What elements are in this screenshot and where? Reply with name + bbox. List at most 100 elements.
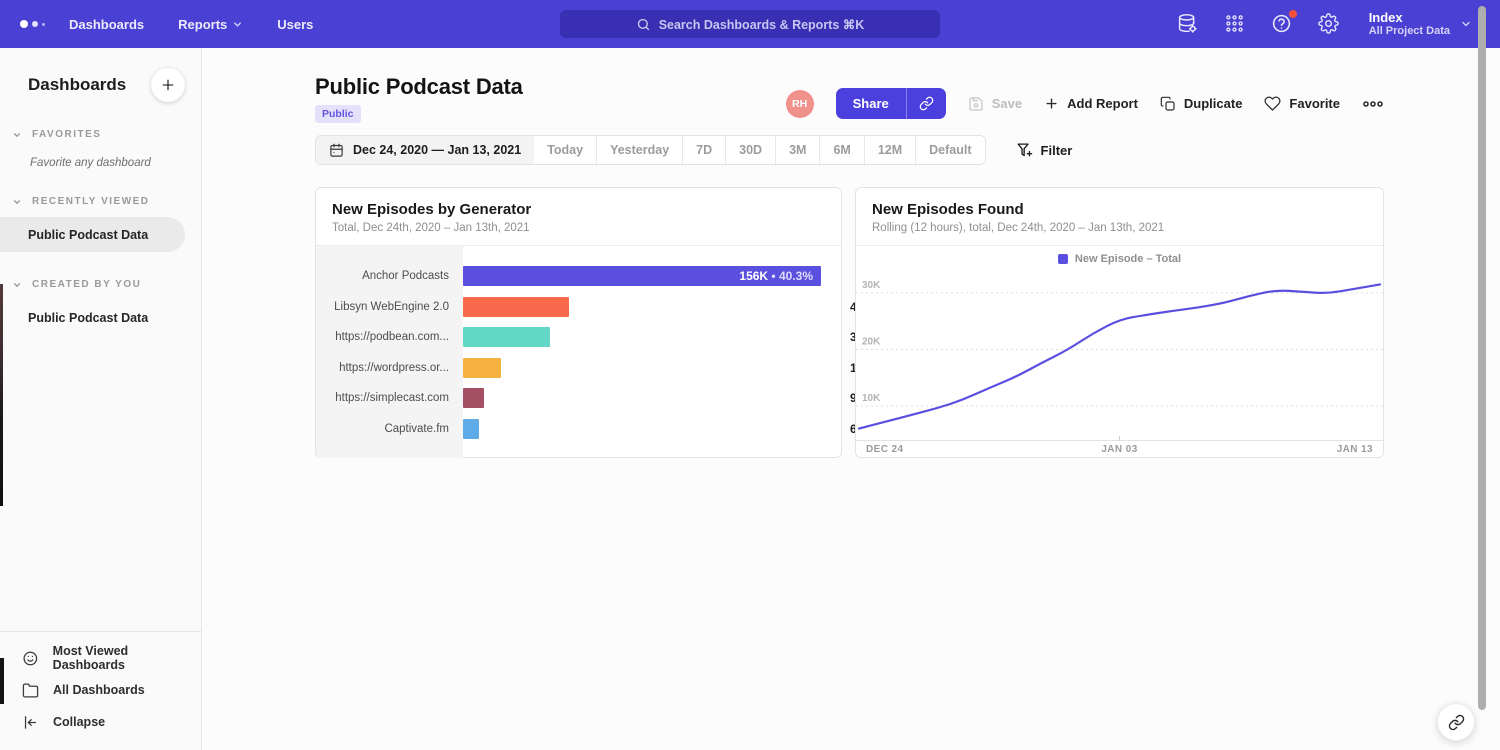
date-controls: Dec 24, 2020 — Jan 13, 2021 TodayYesterd… xyxy=(315,135,1072,165)
bar-category-label: https://wordpress.or... xyxy=(316,362,463,374)
filter-button[interactable]: Filter xyxy=(1016,142,1073,159)
duplicate-button[interactable]: Duplicate xyxy=(1160,96,1243,112)
share-split-button: Share xyxy=(836,88,946,119)
bar xyxy=(463,419,479,439)
card-title: New Episodes by Generator xyxy=(332,201,825,218)
date-preset-3m[interactable]: 3M xyxy=(775,136,819,164)
bar xyxy=(463,297,569,317)
sidebar-section-header-recently-viewed[interactable]: RECENTLY VIEWED xyxy=(0,196,201,207)
chevron-down-icon xyxy=(12,197,22,207)
save-button[interactable]: Save xyxy=(968,96,1022,112)
bar-category-label: Captivate.fm xyxy=(316,423,463,435)
card-new-episodes-found: New Episodes Found Rolling (12 hours), t… xyxy=(855,187,1384,458)
search-input[interactable]: Search Dashboards & Reports ⌘K xyxy=(560,10,940,38)
all-dashboards-button[interactable]: All Dashboards xyxy=(0,674,201,706)
vertical-scrollbar[interactable] xyxy=(1478,6,1486,710)
filter-icon xyxy=(1016,142,1033,159)
bar xyxy=(463,358,501,378)
add-report-button[interactable]: Add Report xyxy=(1044,96,1138,111)
calendar-icon xyxy=(329,143,344,158)
background-window-artifact xyxy=(0,658,4,704)
search-placeholder: Search Dashboards & Reports ⌘K xyxy=(659,17,865,32)
primary-nav: Dashboards Reports Users xyxy=(69,17,313,32)
copy-share-link-button[interactable] xyxy=(906,88,946,119)
top-navbar: Dashboards Reports Users Search Dashboards… xyxy=(0,0,1500,48)
plus-icon xyxy=(1044,96,1059,111)
favorites-empty-hint: Favorite any dashboard xyxy=(0,157,201,169)
sidebar-item-public-podcast-data[interactable]: Public Podcast Data xyxy=(0,217,185,252)
background-window-artifact xyxy=(0,284,3,506)
sidebar-footer: Most Viewed Dashboards All Dashboards Co… xyxy=(0,631,201,750)
link-icon xyxy=(919,96,934,111)
nav-item-dashboards[interactable]: Dashboards xyxy=(69,17,144,32)
y-tick-label: 30K xyxy=(862,280,881,291)
card-subtitle: Rolling (12 hours), total, Dec 24th, 202… xyxy=(872,222,1367,234)
card-new-episodes-by-generator: New Episodes by Generator Total, Dec 24t… xyxy=(315,187,842,458)
add-dashboard-button[interactable] xyxy=(151,68,185,102)
page-title: Public Podcast Data xyxy=(315,74,523,100)
bar-row: Libsyn WebEngine 2.046.3K • 11.9% xyxy=(316,292,841,323)
project-selector[interactable]: Index All Project Data xyxy=(1369,10,1486,38)
y-tick-label: 20K xyxy=(862,336,881,347)
x-tick-label: JAN 13 xyxy=(1337,444,1373,455)
bar-category-label: Libsyn WebEngine 2.0 xyxy=(316,301,463,313)
collapse-sidebar-button[interactable]: Collapse xyxy=(0,706,201,738)
more-options-button[interactable] xyxy=(1362,100,1384,108)
visibility-badge: Public xyxy=(315,105,361,123)
legend-swatch xyxy=(1058,254,1068,264)
date-preset-30d[interactable]: 30D xyxy=(725,136,775,164)
search-icon xyxy=(636,17,651,32)
sidebar-title: Dashboards xyxy=(28,75,126,95)
sidebar-section-header-favorites[interactable]: FAVORITES xyxy=(0,129,201,140)
sidebar: Dashboards FAVORITES Favorite any dashboa… xyxy=(0,48,202,750)
project-scope: All Project Data xyxy=(1369,25,1450,38)
chevron-down-icon xyxy=(12,130,22,140)
bar xyxy=(463,327,550,347)
save-icon xyxy=(968,96,984,112)
smiley-icon xyxy=(22,650,39,667)
bar-category-label: Anchor Podcasts xyxy=(316,270,463,282)
share-button[interactable]: Share xyxy=(836,88,906,119)
apps-grid-icon[interactable] xyxy=(1224,13,1246,35)
duplicate-icon xyxy=(1160,96,1176,112)
notification-badge xyxy=(1289,10,1297,18)
collapse-icon xyxy=(22,714,39,731)
bar-row: https://wordpress.or...16.6K • 4.3% xyxy=(316,353,841,384)
chevron-down-icon xyxy=(232,19,243,30)
date-preset-yesterday[interactable]: Yesterday xyxy=(596,136,682,164)
y-tick-label: 10K xyxy=(862,393,881,404)
date-preset-today[interactable]: Today xyxy=(534,136,596,164)
sidebar-item-public-podcast-data[interactable]: Public Podcast Data xyxy=(0,300,185,335)
folder-icon xyxy=(22,682,39,699)
most-viewed-dashboards-button[interactable]: Most Viewed Dashboards xyxy=(0,642,201,674)
x-tick-label: JAN 03 xyxy=(1101,444,1137,455)
brand-logo-icon[interactable] xyxy=(0,20,69,28)
nav-item-reports[interactable]: Reports xyxy=(178,17,243,32)
favorite-button[interactable]: Favorite xyxy=(1264,95,1340,112)
date-range-button[interactable]: Dec 24, 2020 — Jan 13, 2021 xyxy=(316,136,534,164)
card-subtitle: Total, Dec 24th, 2020 – Jan 13th, 2021 xyxy=(332,222,825,234)
heart-icon xyxy=(1264,95,1281,112)
line-plot: 10K 20K 30K xyxy=(856,272,1383,441)
legend-label: New Episode – Total xyxy=(1075,253,1181,265)
floating-share-link-button[interactable] xyxy=(1437,703,1475,741)
avatar[interactable]: RH xyxy=(786,90,814,118)
bar-row: https://podbean.com...37.9K • 9.8% xyxy=(316,322,841,353)
chevron-down-icon xyxy=(1460,18,1472,30)
sidebar-section-header-created-by-you[interactable]: CREATED BY YOU xyxy=(0,279,201,290)
bar-row: Anchor Podcasts156K • 40.3% xyxy=(316,261,841,292)
date-preset-12m[interactable]: 12M xyxy=(864,136,915,164)
data-sources-icon[interactable] xyxy=(1177,13,1199,35)
card-title: New Episodes Found xyxy=(872,201,1367,218)
bar: 156K • 40.3% xyxy=(463,266,821,286)
line-series-new-episode-total xyxy=(859,284,1380,428)
settings-gear-icon[interactable] xyxy=(1318,13,1340,35)
date-preset-7d[interactable]: 7D xyxy=(682,136,725,164)
help-icon[interactable] xyxy=(1271,13,1293,35)
date-preset-6m[interactable]: 6M xyxy=(819,136,863,164)
bar-category-label: https://simplecast.com xyxy=(316,392,463,404)
nav-item-users[interactable]: Users xyxy=(277,17,313,32)
bar-category-label: https://podbean.com... xyxy=(316,331,463,343)
date-preset-default[interactable]: Default xyxy=(915,136,984,164)
link-icon xyxy=(1448,714,1465,731)
